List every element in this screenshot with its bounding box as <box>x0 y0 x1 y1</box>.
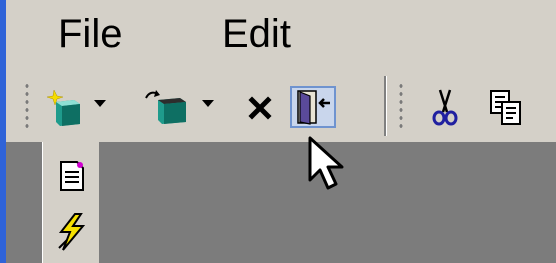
copy-button[interactable] <box>488 88 524 128</box>
main-toolbar <box>6 70 556 142</box>
new-dropdown-arrow[interactable] <box>94 100 106 107</box>
document-icon <box>60 161 84 191</box>
exit-door-icon <box>297 90 330 125</box>
lightning-button[interactable] <box>53 212 89 251</box>
delete-x-icon <box>248 96 272 120</box>
refresh-dropdown-arrow[interactable] <box>202 100 214 107</box>
new-document-sparkle-icon <box>46 89 80 126</box>
toolbar-grip[interactable] <box>398 82 404 128</box>
toolbar-grip[interactable] <box>24 82 30 128</box>
refresh-connection-icon <box>145 90 186 124</box>
menu-edit[interactable]: Edit <box>222 10 291 58</box>
lightning-icon <box>58 213 86 251</box>
document-button[interactable] <box>53 158 89 194</box>
cut-button[interactable] <box>430 88 460 128</box>
menu-bar: File Edit <box>6 0 556 70</box>
scissors-icon <box>432 89 458 126</box>
toolbar-separator <box>384 76 386 136</box>
exit-button[interactable] <box>290 86 336 128</box>
mouse-pointer-icon <box>308 136 346 197</box>
menu-file[interactable]: File <box>58 10 122 58</box>
copy-icon <box>490 90 521 125</box>
side-toolbar <box>42 142 99 263</box>
refresh-button[interactable] <box>144 88 192 128</box>
delete-button[interactable] <box>244 92 276 124</box>
new-button[interactable] <box>46 88 90 128</box>
